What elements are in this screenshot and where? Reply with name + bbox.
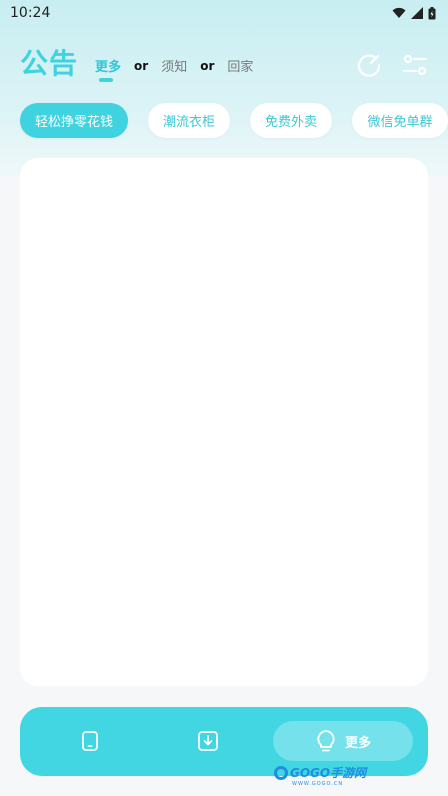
watermark-logo: GOGO手游网 WWW.GOGO.CN [274,764,367,787]
more-button[interactable]: 更多 [273,721,413,761]
chip-free-takeout[interactable]: 免费外卖 [250,103,332,138]
refresh-icon[interactable] [356,52,382,78]
tab-bar: 更多 or 须知 or 回家 [95,56,253,82]
header: 公告 更多 or 须知 or 回家 [0,40,448,88]
signal-icon [411,7,423,19]
tab-notice[interactable]: 须知 [161,56,187,75]
watermark-site: WWW.GOGO.CN [292,781,344,787]
more-label: 更多 [344,735,371,751]
filter-icon[interactable] [402,52,428,78]
battery-icon [428,6,436,19]
download-icon[interactable] [196,729,220,753]
tab-separator: or [200,58,215,73]
wifi-icon [392,7,406,18]
watermark-circle-icon [274,765,288,780]
category-chips: 轻松挣零花钱 潮流衣柜 免费外卖 微信免单群 [20,103,448,138]
content-card [20,158,428,686]
page-title: 公告 [20,47,79,80]
chip-wechat-group[interactable]: 微信免单群 [352,103,448,138]
status-time: 10:24 [10,5,51,21]
lightbulb-icon [317,730,335,752]
bottom-nav: 更多 [20,707,428,776]
status-icons [392,6,436,20]
tab-home[interactable]: 回家 [227,56,253,75]
chip-earn-money[interactable]: 轻松挣零花钱 [20,103,128,138]
tab-more[interactable]: 更多 [95,56,121,82]
phone-icon[interactable] [78,729,102,753]
tab-separator: or [134,58,149,73]
status-bar: 10:24 [0,0,448,26]
watermark-brand: GOGO手游网 [290,766,367,780]
chip-fashion-wardrobe[interactable]: 潮流衣柜 [148,103,230,138]
